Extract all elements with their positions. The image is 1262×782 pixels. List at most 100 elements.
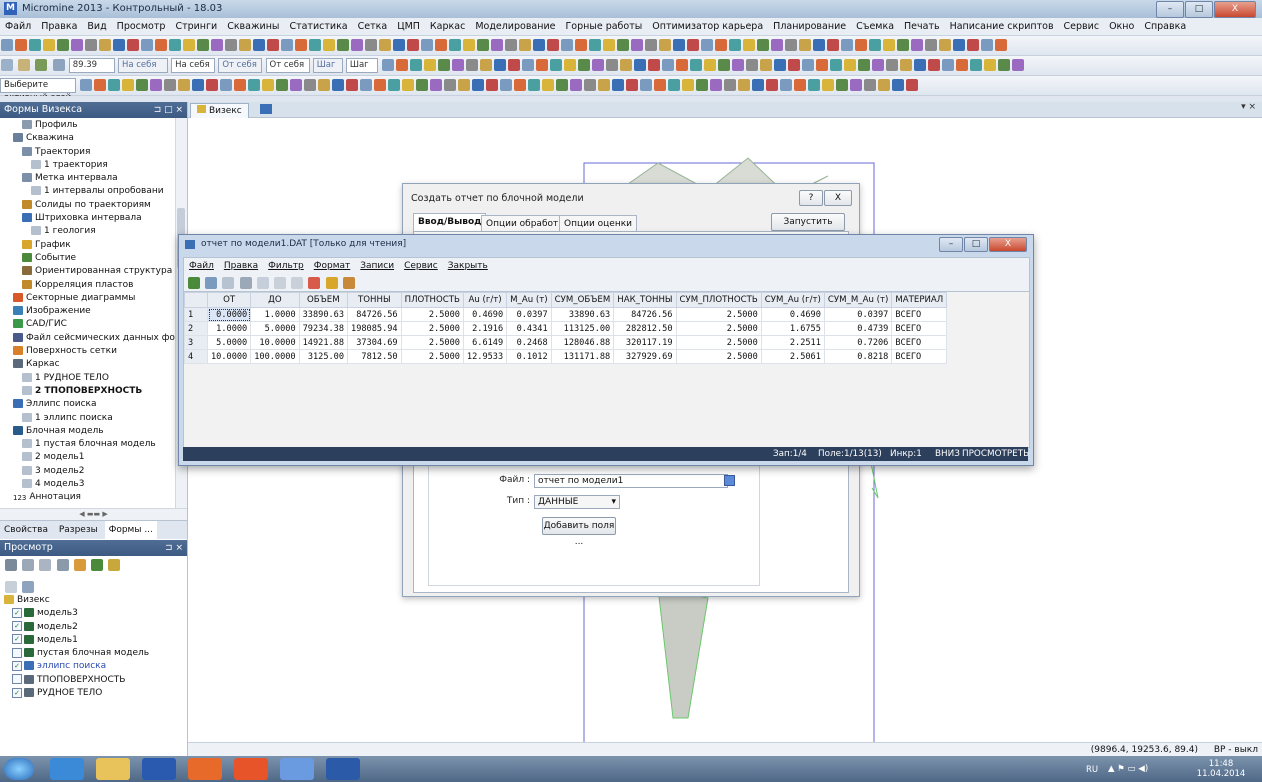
layer-checkbox[interactable]: ✓ [12, 621, 22, 632]
internet-explorer-icon[interactable] [50, 758, 84, 780]
toolbar-icon[interactable] [570, 79, 583, 91]
toolbar-icon[interactable] [379, 39, 391, 51]
data-window-minimize-button[interactable]: – [939, 237, 963, 252]
toolbar-icon[interactable] [864, 79, 877, 91]
toolbar-icon[interactable] [318, 79, 331, 91]
table-cell[interactable]: 0.0397 [823, 307, 893, 322]
move-icon[interactable] [52, 59, 65, 71]
toolbar-icon[interactable] [477, 39, 489, 51]
toolbar-icon[interactable] [668, 79, 681, 91]
toolbar-icon[interactable] [970, 59, 983, 71]
step-button[interactable]: Шаг [312, 58, 343, 73]
toolbar-icon[interactable] [435, 39, 447, 51]
table-cell[interactable]: 0.4690 [462, 307, 508, 322]
toolbar-icon[interactable] [508, 59, 521, 71]
toolbar-icon[interactable] [589, 39, 601, 51]
away-self-input[interactable]: От себя [265, 58, 310, 73]
table-cell[interactable]: 5.0000 [250, 321, 300, 336]
tree-item[interactable]: Эллипс поиска [0, 398, 187, 411]
new-window-icon[interactable] [260, 104, 272, 114]
menu-item[interactable]: Планирование [768, 18, 851, 35]
toolbar-icon[interactable] [360, 79, 373, 91]
toolbar-icon[interactable] [911, 39, 923, 51]
toolbar-icon[interactable] [80, 79, 93, 91]
browse-file-icon[interactable] [724, 475, 735, 486]
toolbar-icon[interactable] [211, 39, 223, 51]
toolbar-icon[interactable] [295, 39, 307, 51]
tree-item[interactable]: 2 ТПОПОВЕРХНОСТЬ [0, 385, 187, 398]
toolbar-icon[interactable] [564, 59, 577, 71]
toolbar-icon[interactable] [550, 59, 563, 71]
toolbar-icon[interactable] [150, 79, 163, 91]
tray-icons[interactable]: ▲ ⚑ ▭ ◀) [1108, 764, 1148, 774]
refresh-icon[interactable] [22, 581, 35, 593]
data-menu-item[interactable]: Записи [355, 258, 399, 274]
preview-layer-item[interactable]: ✓ модель1 [0, 634, 187, 647]
table-cell[interactable]: ВСЕГО [891, 349, 948, 364]
toolbar-icon[interactable] [122, 79, 135, 91]
minimize-button[interactable]: – [1156, 1, 1184, 18]
toolbar-icon[interactable] [914, 59, 927, 71]
toolbar-icon[interactable] [676, 59, 689, 71]
table-cell[interactable]: 0.4341 [506, 321, 552, 336]
toolbar-icon[interactable] [690, 59, 703, 71]
toolbar-icon[interactable] [253, 39, 265, 51]
table-cell[interactable]: 327929.69 [613, 349, 677, 364]
tree-item[interactable]: САD/ГИС [0, 318, 187, 331]
tab-sections[interactable]: Разрезы [55, 521, 102, 539]
preview-tool-icon[interactable] [73, 559, 86, 571]
toolbar-icon[interactable] [883, 39, 895, 51]
preview-layer-item[interactable]: ТПОПОВЕРХНОСТЬ [0, 674, 187, 687]
tree-item[interactable]: Изображение [0, 305, 187, 318]
toolbar-icon[interactable] [323, 39, 335, 51]
preview-layer-item[interactable]: ✓ РУДНОЕ ТЕЛО [0, 687, 187, 700]
preview-layer-item[interactable]: ✓ модель3 [0, 607, 187, 620]
orientation-icon[interactable] [1, 59, 13, 71]
table-cell[interactable]: 0.0397 [506, 307, 552, 322]
menu-item[interactable]: Просмотр [112, 18, 171, 35]
tree-item[interactable]: График [0, 239, 187, 252]
toolbar-icon[interactable] [458, 79, 471, 91]
toolbar-icon[interactable] [528, 79, 541, 91]
column-header[interactable]: Au (г/т) [462, 292, 508, 308]
toolbar-icon[interactable] [645, 39, 657, 51]
toolbar-icon[interactable] [648, 59, 661, 71]
table-cell[interactable]: 1.0000 [250, 307, 300, 322]
preview-tool-icon[interactable] [56, 559, 69, 571]
toward-self-button[interactable]: На себя [117, 58, 168, 73]
toolbar-icon[interactable] [466, 59, 479, 71]
help-button[interactable]: ? [799, 190, 823, 206]
toolbar-icon[interactable] [141, 39, 153, 51]
toolbar-icon[interactable] [396, 59, 409, 71]
toolbar-icon[interactable] [746, 59, 759, 71]
toolbar-icon[interactable] [99, 39, 111, 51]
toolbar-icon[interactable] [620, 59, 633, 71]
toolbar-icon[interactable] [813, 39, 825, 51]
table-cell[interactable]: 3125.00 [298, 349, 349, 364]
toolbar-icon[interactable] [1, 39, 13, 51]
tab-forms[interactable]: Формы ... [104, 521, 157, 539]
tab-menu-icon[interactable]: ▾ × [1241, 102, 1256, 112]
output-file-input[interactable]: отчет по модели1 [534, 474, 728, 488]
toolbar-icon[interactable] [788, 59, 801, 71]
toolbar-icon[interactable] [584, 79, 597, 91]
toolbar-icon[interactable] [995, 39, 1007, 51]
table-cell[interactable]: 0.4739 [823, 321, 893, 336]
toolbar-icon[interactable] [855, 39, 867, 51]
tree-item[interactable]: 1 траектория [0, 159, 187, 172]
toolbar-icon[interactable] [617, 39, 629, 51]
chart-icon[interactable] [325, 277, 338, 289]
toolbar-icon[interactable] [640, 79, 653, 91]
maximize-button[interactable]: □ [1185, 1, 1213, 18]
toolbar-icon[interactable] [547, 39, 559, 51]
find-icon[interactable] [222, 277, 235, 289]
clock[interactable]: 11:48 11.04.2014 [1196, 759, 1246, 779]
toolbar-icon[interactable] [634, 59, 647, 71]
tree-item[interactable]: Ориентированная структура [0, 265, 187, 278]
toolbar-icon[interactable] [766, 79, 779, 91]
toolbar-icon[interactable] [925, 39, 937, 51]
table-cell[interactable]: 37304.69 [347, 335, 402, 350]
toolbar-icon[interactable] [844, 59, 857, 71]
toolbar-icon[interactable] [724, 79, 737, 91]
toolbar-icon[interactable] [850, 79, 863, 91]
